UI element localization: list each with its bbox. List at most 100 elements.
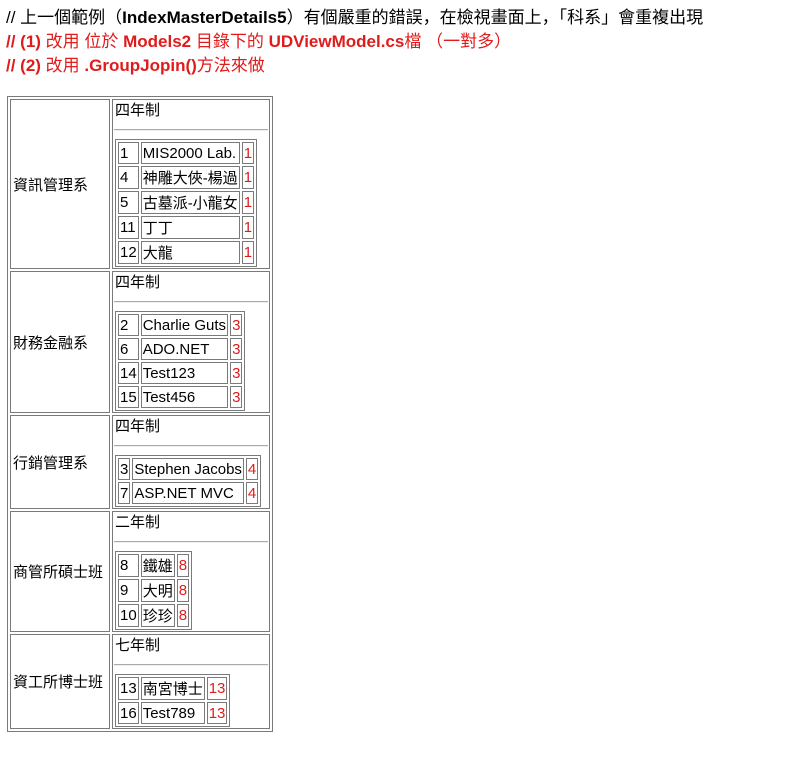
department-row: 資工所博士班 七年制 13 南宮博士 13 16 Test789 13 (10, 634, 270, 729)
divider (114, 301, 268, 303)
student-id: 7 (118, 482, 131, 504)
student-id: 5 (118, 191, 139, 214)
student-dept-id: 8 (176, 554, 190, 577)
student-name: 鐵雄 (140, 554, 175, 577)
student-name: 神雕大俠-楊過 (140, 166, 240, 189)
header-line-3-method: .GroupJopin() (84, 56, 197, 75)
student-table: 3 Stephen Jacobs 4 7 ASP.NET MVC 4 (115, 455, 262, 507)
student-row: 5 古墓派-小龍女 1 (118, 191, 255, 214)
student-row: 4 神雕大俠-楊過 1 (118, 166, 255, 189)
student-name: 大龍 (140, 241, 240, 264)
student-row: 7 ASP.NET MVC 4 (118, 482, 259, 504)
department-name: 商管所碩士班 (10, 511, 110, 632)
student-id: 15 (118, 386, 139, 408)
department-table: 資訊管理系 四年制 1 MIS2000 Lab. 1 4 神雕大俠-楊過 1 5 古墓派-小龍女 1… (7, 96, 273, 732)
student-id: 3 (118, 458, 131, 480)
student-dept-id: 3 (230, 314, 243, 336)
student-row: 15 Test456 3 (118, 386, 243, 408)
department-detail: 四年制 3 Stephen Jacobs 4 7 ASP.NET MVC 4 (112, 415, 270, 509)
student-row: 2 Charlie Guts 3 (118, 314, 243, 336)
student-id: 2 (118, 314, 139, 336)
student-dept-id: 4 (245, 482, 259, 504)
student-id: 4 (118, 166, 139, 189)
header-line-2-text-b: 目錄下的 (191, 32, 269, 51)
department-row: 財務金融系 四年制 2 Charlie Guts 3 6 ADO.NET 3 14 Test123… (10, 271, 270, 413)
student-row: 14 Test123 3 (118, 362, 243, 384)
student-table: 13 南宮博士 13 16 Test789 13 (115, 674, 231, 727)
student-name: MIS2000 Lab. (140, 142, 240, 164)
student-dept-id: 1 (241, 216, 255, 239)
header-line-2-folder: Models2 (123, 32, 192, 51)
department-detail: 七年制 13 南宮博士 13 16 Test789 13 (112, 634, 270, 729)
student-id: 8 (118, 554, 139, 577)
student-id: 14 (118, 362, 139, 384)
student-row: 3 Stephen Jacobs 4 (118, 458, 259, 480)
student-name: Test789 (140, 702, 205, 724)
header-line-1-text: ）有個嚴重的錯誤，在檢視畫面上，「科系」會重複出現 (286, 8, 704, 27)
student-dept-id: 4 (245, 458, 259, 480)
student-id: 6 (118, 338, 139, 360)
student-name: 丁丁 (140, 216, 240, 239)
student-name: Test123 (140, 362, 229, 384)
student-name: ADO.NET (140, 338, 229, 360)
student-row: 9 大明 8 (118, 579, 190, 602)
department-system: 四年制 (115, 418, 161, 435)
header-line-1: // 上一個範例（IndexMasterDetails5）有個嚴重的錯誤，在檢視… (6, 6, 789, 30)
student-dept-id: 1 (241, 191, 255, 214)
header-line-2-text-a: 改用 位於 (40, 32, 124, 51)
student-row: 13 南宮博士 13 (118, 677, 228, 700)
department-detail: 四年制 2 Charlie Guts 3 6 ADO.NET 3 14 Test123 3 15 Te… (112, 271, 270, 413)
student-name: Test456 (140, 386, 229, 408)
student-dept-id: 3 (230, 362, 243, 384)
student-id: 1 (118, 142, 139, 164)
student-dept-id: 8 (176, 604, 190, 627)
student-name: 南宮博士 (140, 677, 205, 700)
department-row: 資訊管理系 四年制 1 MIS2000 Lab. 1 4 神雕大俠-楊過 1 5 古墓派-小龍女 1… (10, 99, 270, 269)
student-dept-id: 1 (241, 166, 255, 189)
department-name: 財務金融系 (10, 271, 110, 413)
header-line-3-num: // (2) (6, 56, 41, 75)
student-row: 12 大龍 1 (118, 241, 255, 264)
department-detail: 二年制 8 鐵雄 8 9 大明 8 10 珍珍 8 (112, 511, 270, 632)
student-name: ASP.NET MVC (132, 482, 244, 504)
student-row: 6 ADO.NET 3 (118, 338, 243, 360)
student-dept-id: 3 (230, 338, 243, 360)
student-id: 13 (118, 677, 139, 700)
header-line-2-text-c: 檔 （一對多） (404, 32, 512, 51)
header-line-1-action-name: IndexMasterDetails5 (122, 8, 287, 27)
student-row: 8 鐵雄 8 (118, 554, 190, 577)
department-name: 行銷管理系 (10, 415, 110, 509)
department-name: 資訊管理系 (10, 99, 110, 269)
department-row: 行銷管理系 四年制 3 Stephen Jacobs 4 7 ASP.NET MVC 4 (10, 415, 270, 509)
department-row: 商管所碩士班 二年制 8 鐵雄 8 9 大明 8 10 珍珍 8 (10, 511, 270, 632)
divider (114, 445, 268, 447)
student-table: 2 Charlie Guts 3 6 ADO.NET 3 14 Test123 3 15 Test4… (115, 311, 246, 411)
student-row: 16 Test789 13 (118, 702, 228, 724)
divider (114, 541, 268, 543)
department-system: 二年制 (115, 514, 161, 531)
divider (114, 129, 268, 131)
header-line-3: // (2) 改用 .GroupJopin()方法來做 (6, 54, 789, 78)
student-row: 10 珍珍 8 (118, 604, 190, 627)
student-dept-id: 3 (230, 386, 243, 408)
student-name: Charlie Guts (140, 314, 229, 336)
student-name: 大明 (140, 579, 175, 602)
header-line-2-file: UDViewModel.cs (268, 32, 405, 51)
student-table: 1 MIS2000 Lab. 1 4 神雕大俠-楊過 1 5 古墓派-小龍女 1 11 丁丁 1 12 大… (115, 139, 258, 267)
student-row: 11 丁丁 1 (118, 216, 255, 239)
student-name: 古墓派-小龍女 (140, 191, 240, 214)
page-header: // 上一個範例（IndexMasterDetails5）有個嚴重的錯誤，在檢視… (0, 0, 789, 78)
department-system: 四年制 (115, 102, 161, 119)
student-dept-id: 13 (206, 702, 228, 724)
student-row: 1 MIS2000 Lab. 1 (118, 142, 255, 164)
student-dept-id: 8 (176, 579, 190, 602)
department-name: 資工所博士班 (10, 634, 110, 729)
student-dept-id: 13 (206, 677, 228, 700)
student-table: 8 鐵雄 8 9 大明 8 10 珍珍 8 (115, 551, 193, 630)
student-id: 10 (118, 604, 139, 627)
header-line-3-text-b: 方法來做 (196, 56, 265, 75)
department-system: 七年制 (115, 637, 161, 654)
student-id: 11 (118, 216, 139, 239)
student-id: 12 (118, 241, 139, 264)
student-name: Stephen Jacobs (132, 458, 244, 480)
